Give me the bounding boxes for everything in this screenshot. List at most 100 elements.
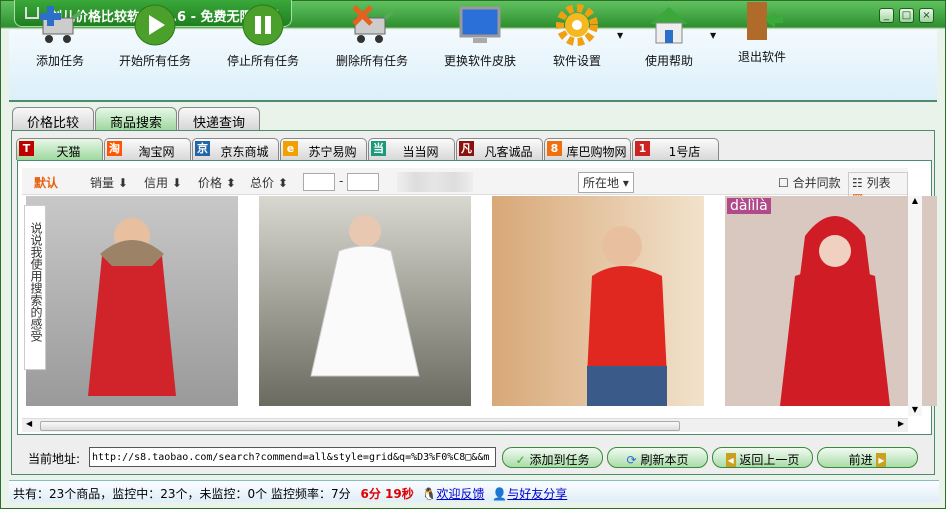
location-label: 所在地 <box>583 176 620 190</box>
vertical-scrollbar[interactable]: ▲ ▼ <box>908 196 922 416</box>
sort-credit[interactable]: 信用 ⬇ <box>144 174 182 191</box>
refresh-button[interactable]: ⟳ 刷新本页 <box>607 447 708 468</box>
scroll-left-icon[interactable]: ◀ <box>26 419 32 428</box>
back-label: 返回上一页 <box>739 453 800 467</box>
help-label: 使用帮助 <box>644 54 693 68</box>
filter-bar: 默认 销量 ⬇ 信用 ⬇ 价格 ⬍ 总价 ⬍ - 所在地 ▾ ☐ 合并同款 ☷ … <box>22 168 908 207</box>
scroll-down-icon[interactable]: ▼ <box>908 405 922 414</box>
location-select[interactable]: 所在地 ▾ <box>578 172 634 193</box>
user-icon: 👤 <box>492 487 508 501</box>
store-tab[interactable]: 京京东商城 <box>192 138 279 160</box>
horizontal-scrollbar[interactable]: ◀ ▶ <box>22 418 908 432</box>
back-button[interactable]: ◂ 返回上一页 <box>712 447 813 468</box>
store-logo-icon: 京 <box>195 141 210 156</box>
minimize-button[interactable]: _ <box>879 8 894 23</box>
change-skin-label: 更换软件皮肤 <box>443 54 516 68</box>
product-image[interactable] <box>259 196 471 406</box>
start-all-button[interactable]: 开始所有任务 <box>105 4 205 69</box>
store-logo-icon: 当 <box>371 141 386 156</box>
settings-button[interactable]: 软件设置 <box>527 4 627 69</box>
store-tab-label: 苏宁易购 <box>308 145 357 159</box>
qq-penguin-icon: 🐧 <box>421 487 437 501</box>
store-tab[interactable]: T 天猫 <box>16 138 103 160</box>
scroll-thumb[interactable] <box>40 421 680 431</box>
store-tab-label: 淘宝网 <box>138 145 175 159</box>
tab-express-query[interactable]: 快递查询 <box>178 107 261 131</box>
add-task-label: 添加任务 <box>35 54 84 68</box>
product-image[interactable]: dàlìlà <box>725 196 937 406</box>
store-tab-label: 凡客诚品 <box>484 145 533 159</box>
play-icon <box>134 4 176 46</box>
store-tab[interactable]: 淘 淘宝网 <box>104 138 191 160</box>
help-button[interactable]: 使用帮助 <box>619 4 719 69</box>
tab-product-search[interactable]: 商品搜索 <box>95 107 178 131</box>
merge-same-label: 合并同款 <box>792 176 841 190</box>
status-summary: 共有：23个商品，监控中：23个，未监控：0个 监控频率：7分 <box>13 487 351 501</box>
sort-credit-label: 信用 <box>144 176 169 190</box>
status-bar: 共有：23个商品，监控中：23个，未监控：0个 监控频率：7分 6分 19秒 🐧… <box>9 480 939 502</box>
price-histogram <box>397 172 473 192</box>
sort-price[interactable]: 价格 ⬍ <box>198 174 236 191</box>
store-tab[interactable]: e 苏宁易购 <box>280 138 367 160</box>
start-all-label: 开始所有任务 <box>118 54 191 68</box>
merge-same-checkbox[interactable]: ☐ 合并同款 <box>778 174 841 191</box>
scroll-right-icon[interactable]: ▶ <box>898 419 904 428</box>
sort-price-label: 价格 <box>198 176 223 190</box>
sort-total[interactable]: 总价 ⬍ <box>250 174 288 191</box>
maximize-button[interactable]: □ <box>899 8 914 23</box>
sort-default[interactable]: 默认 <box>34 174 58 191</box>
stop-all-label: 停止所有任务 <box>226 54 299 68</box>
pause-icon <box>242 4 284 46</box>
store-tab[interactable]: 1 1号店 <box>632 138 719 160</box>
product-image[interactable] <box>26 196 238 406</box>
sort-sales[interactable]: 销量 ⬇ <box>90 174 128 191</box>
share-link[interactable]: 与好友分享 <box>507 487 567 501</box>
address-input[interactable] <box>89 447 496 467</box>
close-button[interactable]: × <box>919 8 934 23</box>
exit-label: 退出软件 <box>737 50 786 64</box>
store-tab[interactable]: 8 库巴购物网 <box>544 138 631 160</box>
add-to-task-button[interactable]: ✓ 添加到任务 <box>502 447 603 468</box>
exit-door-icon <box>741 0 783 42</box>
address-label: 当前地址: <box>28 452 81 466</box>
exit-button[interactable]: 退出软件 <box>712 0 812 65</box>
sort-total-label: 总价 <box>250 176 275 190</box>
add-cart-icon <box>39 4 83 46</box>
feedback-side-label: 说说我使用搜索的感受 <box>29 222 43 342</box>
delete-all-button[interactable]: 删除所有任务 <box>322 4 422 69</box>
product-image[interactable] <box>492 196 704 406</box>
store-tabs: T 天猫 淘 淘宝网 京京东商城 e 苏宁易购当 当当网 凡凡客诚品 8 库巴购物网 1 1号店 <box>16 138 720 160</box>
store-logo-icon: 凡 <box>459 141 474 156</box>
store-logo-icon: T <box>19 141 34 156</box>
brand-logo: dàlìlà <box>727 198 771 214</box>
price-max-input[interactable] <box>347 173 379 191</box>
forward-button[interactable]: 前进 ▸ <box>817 447 918 468</box>
change-skin-button[interactable]: 更换软件皮肤 <box>430 4 530 69</box>
main-tabs: 价格比较 商品搜索 快递查询 <box>12 107 261 131</box>
store-logo-icon: e <box>283 141 298 156</box>
price-min-input[interactable] <box>303 173 335 191</box>
store-tab[interactable]: 凡凡客诚品 <box>456 138 543 160</box>
store-tab-label: 库巴购物网 <box>566 145 627 159</box>
store-tab-label: 1号店 <box>668 145 701 159</box>
store-logo-icon: 8 <box>547 141 562 156</box>
stop-all-button[interactable]: 停止所有任务 <box>213 4 313 69</box>
feedback-link[interactable]: 欢迎反馈 <box>436 487 484 501</box>
tab-price-compare[interactable]: 价格比较 <box>12 107 95 131</box>
home-icon <box>648 4 690 46</box>
monitor-icon <box>459 4 501 46</box>
add-task-button[interactable]: 添加任务 <box>10 4 110 69</box>
feedback-side-tab[interactable]: 说说我使用搜索的感受 <box>24 205 46 370</box>
list-view-label: 列表 <box>866 176 891 190</box>
store-tab-label: 当当网 <box>402 145 439 159</box>
store-logo-icon: 淘 <box>107 141 122 156</box>
delete-all-label: 删除所有任务 <box>335 54 408 68</box>
check-icon: ✓ <box>515 453 526 467</box>
store-tab[interactable]: 当 当当网 <box>368 138 455 160</box>
scroll-up-icon[interactable]: ▲ <box>908 196 922 205</box>
countdown-timer: 6分 19秒 <box>360 487 414 501</box>
price-range-dash: - <box>339 174 344 188</box>
store-tab-label: 天猫 <box>56 145 81 159</box>
arrow-right-icon: ▸ <box>876 453 887 467</box>
add-to-task-label: 添加到任务 <box>529 453 590 467</box>
